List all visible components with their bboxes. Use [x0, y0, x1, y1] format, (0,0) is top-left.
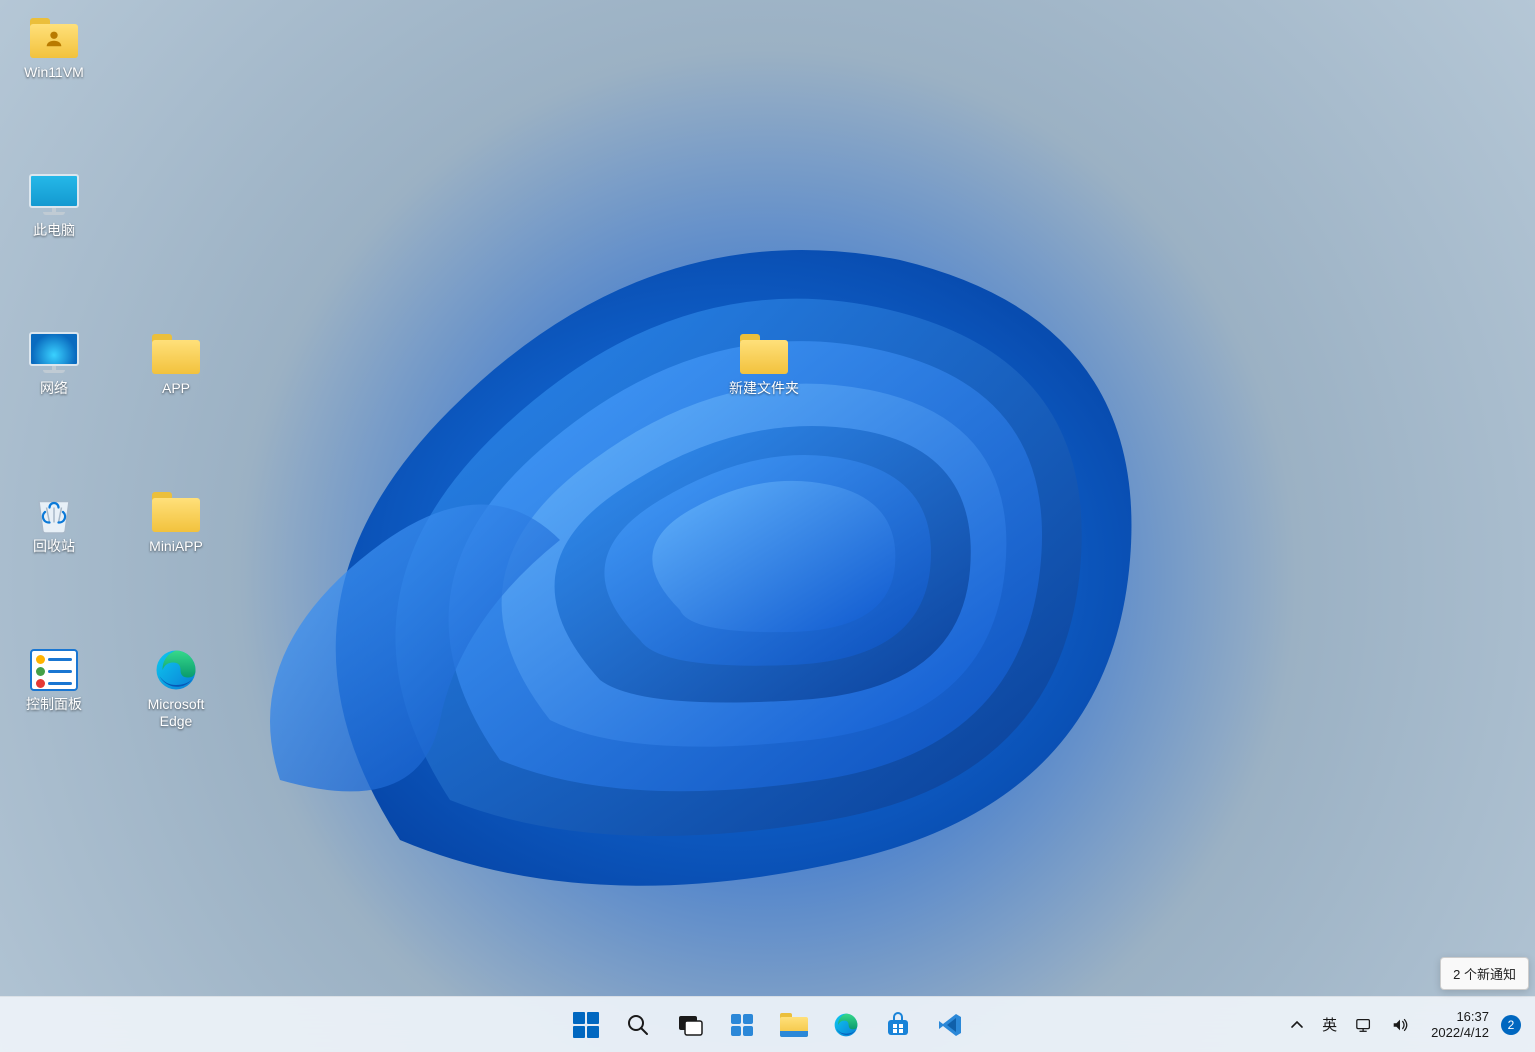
task-view-icon	[677, 1012, 703, 1038]
widgets-button[interactable]	[719, 1002, 765, 1048]
icon-label: MicrosoftEdge	[148, 696, 205, 730]
date-label: 2022/4/12	[1431, 1025, 1489, 1041]
desktop-icon-edge[interactable]: MicrosoftEdge	[128, 642, 224, 734]
network-tray-button[interactable]	[1347, 1002, 1381, 1048]
desktop-icon-network[interactable]: 网络	[6, 326, 102, 401]
time-label: 16:37	[1456, 1009, 1489, 1025]
icon-label: 此电脑	[33, 222, 75, 239]
edge-button[interactable]	[823, 1002, 869, 1048]
store-button[interactable]	[875, 1002, 921, 1048]
search-icon	[626, 1013, 650, 1037]
chevron-up-icon	[1290, 1018, 1304, 1032]
icon-label: 新建文件夹	[729, 380, 799, 397]
task-view-button[interactable]	[667, 1002, 713, 1048]
desktop-icon-miniapp-folder[interactable]: MiniAPP	[128, 484, 224, 559]
taskbar-pinned-area	[563, 1002, 973, 1048]
desktop[interactable]: Win11VM 此电脑 网络 回收站 控制面板 APP MiniAPP	[0, 0, 1535, 996]
tray-overflow-button[interactable]	[1282, 1002, 1312, 1048]
vscode-icon	[937, 1012, 963, 1038]
windows-logo-icon	[573, 1012, 599, 1038]
icon-label: 控制面板	[26, 696, 82, 713]
start-button[interactable]	[563, 1002, 609, 1048]
ime-language-button[interactable]: 英	[1314, 1002, 1345, 1048]
vscode-button[interactable]	[927, 1002, 973, 1048]
icon-label: 回收站	[33, 538, 75, 555]
volume-icon	[1391, 1016, 1409, 1034]
icon-label: 网络	[40, 380, 68, 397]
file-explorer-button[interactable]	[771, 1002, 817, 1048]
taskbar: 英 16:37 2022/4/12 2	[0, 996, 1535, 1052]
edge-icon	[832, 1011, 860, 1039]
desktop-icon-this-pc[interactable]: 此电脑	[6, 168, 102, 243]
ime-language-label: 英	[1322, 1014, 1337, 1035]
desktop-icon-control-panel[interactable]: 控制面板	[6, 642, 102, 717]
desktop-icon-new-folder[interactable]: 新建文件夹	[716, 326, 812, 401]
clock-button[interactable]: 16:37 2022/4/12 2	[1419, 1002, 1529, 1048]
volume-tray-button[interactable]	[1383, 1002, 1417, 1048]
icon-label: MiniAPP	[149, 538, 203, 555]
store-icon	[885, 1012, 911, 1038]
notification-count-badge: 2	[1501, 1015, 1521, 1035]
folder-icon	[780, 1013, 808, 1037]
desktop-icon-recycle-bin[interactable]: 回收站	[6, 484, 102, 559]
desktop-icon-user-folder[interactable]: Win11VM	[6, 10, 102, 85]
network-tray-icon	[1355, 1016, 1373, 1034]
clock-display: 16:37 2022/4/12	[1427, 1009, 1493, 1040]
icon-label: Win11VM	[24, 64, 84, 81]
search-button[interactable]	[615, 1002, 661, 1048]
system-tray: 英 16:37 2022/4/12 2	[1282, 1002, 1529, 1048]
desktop-icon-app-folder[interactable]: APP	[128, 326, 224, 401]
widgets-icon	[729, 1012, 755, 1038]
icon-label: APP	[162, 380, 190, 397]
notification-tooltip: 2 个新通知	[1440, 957, 1529, 990]
